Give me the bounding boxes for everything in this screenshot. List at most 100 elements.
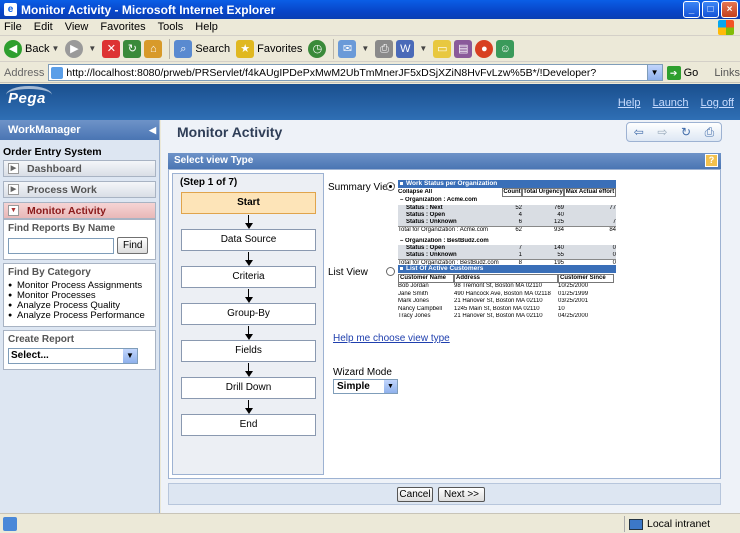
edit-icon[interactable]: W bbox=[396, 39, 415, 58]
help-choose-view-link[interactable]: Help me choose view type bbox=[333, 333, 450, 344]
forward-icon[interactable]: ⇨ bbox=[657, 125, 667, 139]
step-drill-down[interactable]: Drill Down bbox=[181, 377, 316, 399]
mail-icon[interactable]: ✉ bbox=[338, 39, 357, 58]
step-start[interactable]: Start bbox=[181, 192, 316, 214]
browser-toolbar: ◀ Back ▼ ▶ ▼ ✕ ↻ ⌂ ⌕ Search ★ Favorites ◷ … bbox=[0, 36, 740, 62]
address-label: Address bbox=[4, 66, 45, 79]
menu-tools[interactable]: Tools bbox=[158, 21, 184, 33]
collapse-left-icon[interactable]: ◀ bbox=[149, 120, 156, 140]
window-titlebar: e Monitor Activity - Microsoft Internet … bbox=[0, 0, 740, 19]
page-tools: ⇦ ⇨ ↻ ⎙ bbox=[626, 122, 722, 142]
go-button[interactable]: ➔ Go bbox=[666, 65, 699, 80]
summary-view-radio[interactable] bbox=[386, 182, 395, 191]
nav-dashboard[interactable]: ▶ Dashboard bbox=[3, 160, 156, 177]
status-bar: Local intranet bbox=[0, 513, 740, 533]
page-title: Monitor Activity bbox=[177, 124, 283, 140]
refresh-icon[interactable]: ↻ bbox=[681, 125, 691, 139]
print-icon[interactable]: ⎙ bbox=[375, 39, 394, 58]
launch-link[interactable]: Launch bbox=[652, 97, 688, 109]
wizard-mode-select[interactable]: Simple ▼ bbox=[333, 379, 398, 394]
next-button[interactable]: Next >> bbox=[438, 487, 485, 502]
find-by-name-section: Find Reports By Name Find bbox=[3, 219, 156, 260]
refresh-icon[interactable]: ↻ bbox=[123, 39, 142, 58]
step-criteria[interactable]: Criteria bbox=[181, 266, 316, 288]
help-icon[interactable]: ? bbox=[705, 154, 718, 167]
menu-view[interactable]: View bbox=[65, 21, 89, 33]
list-view-label: List View bbox=[328, 267, 368, 278]
search-button[interactable]: ⌕ Search bbox=[174, 39, 231, 58]
create-report-title: Create Report bbox=[8, 334, 75, 345]
go-arrow-icon: ➔ bbox=[666, 65, 681, 80]
panel-header: Select view Type ? bbox=[168, 153, 721, 169]
panel-body: (Step 1 of 7) Start Data Source Criteria… bbox=[168, 169, 721, 479]
list-preview: List Of Active Customers Customer Name A… bbox=[398, 265, 616, 321]
create-report-select[interactable]: Select... ▼ bbox=[8, 348, 138, 364]
messenger-icon[interactable]: ☺ bbox=[496, 39, 515, 58]
find-by-category-title: Find By Category bbox=[8, 267, 91, 278]
panel-title: Select view Type bbox=[174, 155, 254, 166]
menu-help[interactable]: Help bbox=[195, 21, 218, 33]
back-button[interactable]: ◀ Back ▼ bbox=[4, 39, 59, 58]
menu-bar: File Edit View Favorites Tools Help bbox=[0, 19, 740, 36]
menu-file[interactable]: File bbox=[4, 21, 22, 33]
menu-edit[interactable]: Edit bbox=[34, 21, 53, 33]
chevron-down-icon: ▼ bbox=[123, 349, 137, 363]
favorites-button[interactable]: ★ Favorites bbox=[236, 39, 302, 58]
chevron-down-icon: ▼ bbox=[384, 380, 397, 393]
category-link[interactable]: Analyze Process Performance bbox=[8, 311, 151, 322]
search-label: Search bbox=[195, 42, 231, 55]
close-button[interactable]: × bbox=[721, 1, 738, 18]
minimize-button[interactable]: _ bbox=[683, 1, 700, 18]
report-name-input[interactable] bbox=[8, 237, 114, 254]
address-dropdown[interactable]: ▼ bbox=[646, 65, 662, 80]
step-group-by[interactable]: Group-By bbox=[181, 303, 316, 325]
security-zone: Local intranet bbox=[624, 516, 710, 532]
wizard-footer: Cancel Next >> bbox=[168, 483, 721, 505]
summary-view-label: Summary View bbox=[328, 182, 396, 193]
back-label: Back bbox=[25, 42, 50, 55]
chevron-down-icon: ▼ bbox=[8, 205, 19, 216]
app-header: Pega Help Launch Log off bbox=[0, 84, 740, 120]
forward-button[interactable]: ▶ ▼ bbox=[65, 39, 96, 58]
go-label: Go bbox=[683, 66, 699, 79]
menu-favorites[interactable]: Favorites bbox=[100, 21, 145, 33]
nav-process-work[interactable]: ▶ Process Work bbox=[3, 181, 156, 198]
back-icon[interactable]: ⇦ bbox=[634, 125, 644, 139]
home-icon[interactable]: ⌂ bbox=[144, 39, 163, 58]
history-icon[interactable]: ◷ bbox=[308, 39, 327, 58]
workmanager-title: WorkManager bbox=[8, 124, 81, 136]
section-title: Order Entry System bbox=[3, 146, 102, 158]
pega-logo: Pega bbox=[6, 86, 52, 107]
step-end[interactable]: End bbox=[181, 414, 316, 436]
nav-monitor-activity[interactable]: ▼ Monitor Activity bbox=[3, 202, 156, 219]
media-icon[interactable]: ● bbox=[475, 39, 494, 58]
create-report-section: Create Report Select... ▼ bbox=[3, 330, 156, 370]
address-bar: Address http://localhost:8080/prweb/PRSe… bbox=[0, 63, 740, 83]
list-view-radio[interactable] bbox=[386, 267, 395, 276]
step-data-source[interactable]: Data Source bbox=[181, 229, 316, 251]
links-button[interactable]: Links bbox=[714, 67, 740, 79]
folder-icon[interactable]: ▭ bbox=[433, 39, 452, 58]
print-icon[interactable]: ⎙ bbox=[705, 125, 715, 140]
workmanager-header: WorkManager ◀ bbox=[0, 120, 159, 140]
wizard-steps: (Step 1 of 7) Start Data Source Criteria… bbox=[172, 173, 324, 475]
stop-icon[interactable]: ✕ bbox=[102, 39, 121, 58]
help-link[interactable]: Help bbox=[618, 97, 641, 109]
maximize-button[interactable]: □ bbox=[702, 1, 719, 18]
research-icon[interactable]: ▤ bbox=[454, 39, 473, 58]
main-area: Monitor Activity ⇦ ⇨ ↻ ⎙ Select view Typ… bbox=[161, 120, 740, 513]
logoff-link[interactable]: Log off bbox=[701, 97, 734, 109]
address-url: http://localhost:8080/prweb/PRServlet/f4… bbox=[66, 66, 597, 79]
window-title: Monitor Activity - Microsoft Internet Ex… bbox=[21, 2, 276, 17]
list-preview-title: List Of Active Customers bbox=[398, 265, 616, 273]
page-status-icon bbox=[3, 516, 17, 531]
step-fields[interactable]: Fields bbox=[181, 340, 316, 362]
find-button[interactable]: Find bbox=[117, 237, 149, 254]
address-input[interactable]: http://localhost:8080/prweb/PRServlet/f4… bbox=[48, 64, 663, 81]
cancel-button[interactable]: Cancel bbox=[397, 487, 433, 502]
star-icon: ★ bbox=[236, 39, 255, 58]
search-icon: ⌕ bbox=[174, 39, 193, 58]
summary-preview-title: Work Status per Organization bbox=[398, 180, 616, 188]
ie-icon: e bbox=[4, 3, 17, 16]
intranet-icon bbox=[629, 518, 643, 530]
